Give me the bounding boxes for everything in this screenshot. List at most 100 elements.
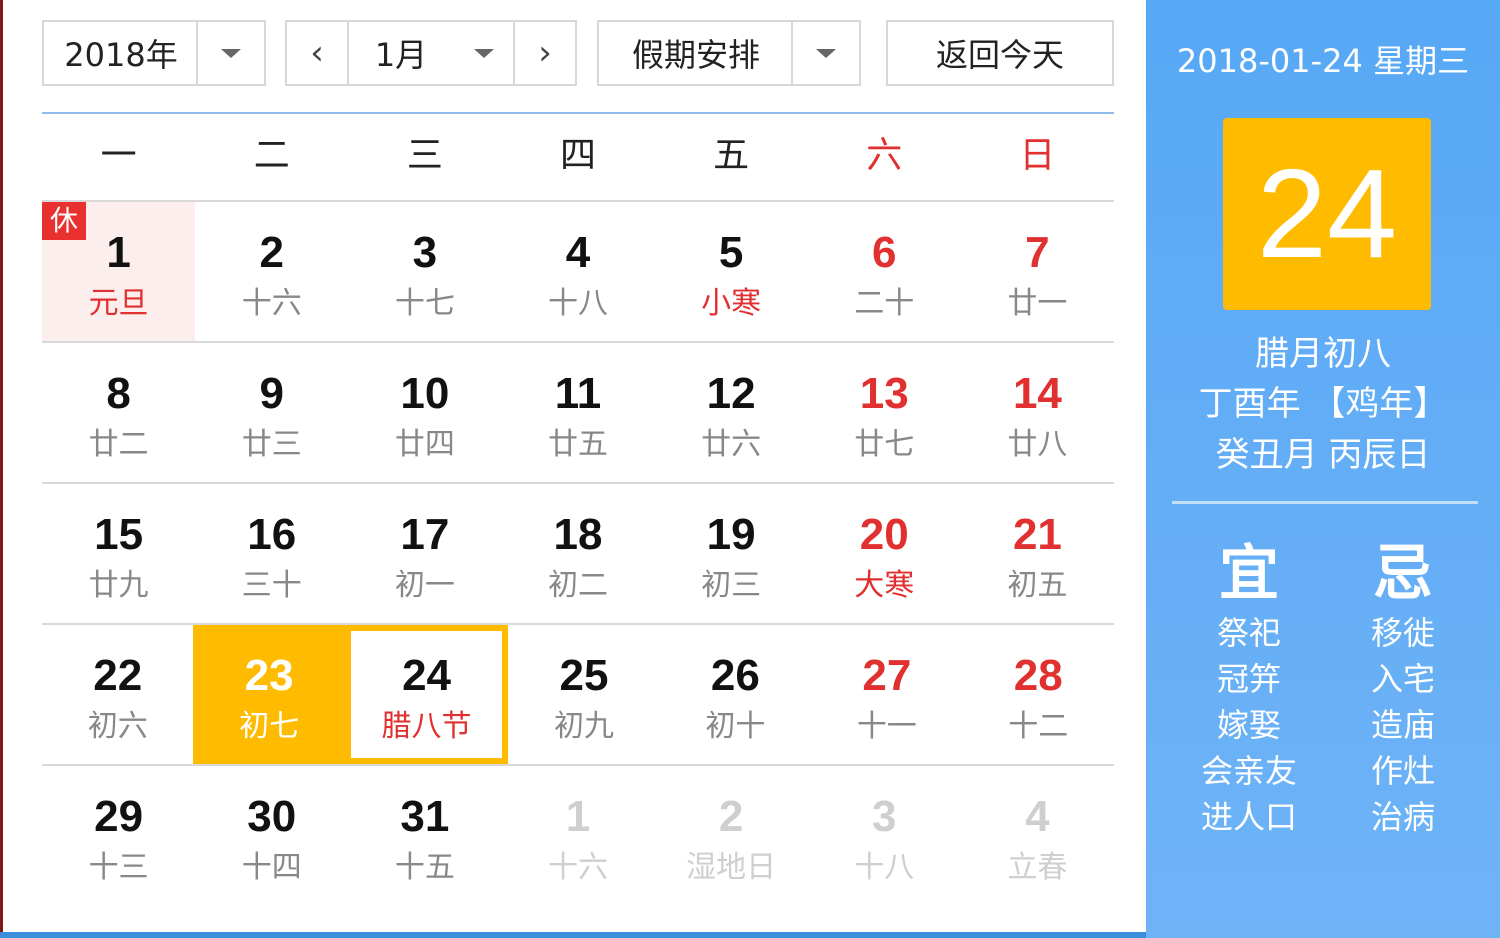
selected-date-line: 2018-01-24 星期三	[1176, 42, 1470, 80]
day-cell[interactable]: 12 廿六	[655, 343, 808, 482]
day-cell[interactable]: 9 廿三	[195, 343, 348, 482]
back-to-today-button[interactable]: 返回今天	[886, 20, 1114, 86]
day-cell[interactable]: 8 廿二	[42, 343, 195, 482]
lunar-label: 湿地日	[686, 850, 777, 885]
day-cell[interactable]: 17 初一	[348, 484, 501, 623]
lunar-label: 十七	[394, 286, 455, 321]
day-number: 3	[872, 792, 897, 841]
day-number: 16	[247, 510, 297, 559]
weekday-tue: 二	[253, 135, 290, 176]
year-dropdown-arrow[interactable]	[196, 22, 264, 84]
day-cell-hover[interactable]: 23 初七	[193, 625, 345, 764]
day-cell[interactable]: 1 十六	[501, 766, 654, 905]
day-number: 1	[565, 792, 591, 841]
day-cell[interactable]: 2 十六	[195, 202, 348, 341]
day-cell[interactable]: 13 廿七	[808, 343, 961, 482]
month-value[interactable]: 1月	[349, 30, 453, 76]
avoid-item: 作灶	[1370, 752, 1435, 790]
month-day-ganzhi: 癸丑月 丙辰日	[1215, 435, 1431, 475]
day-cell[interactable]: 7 廿一	[961, 202, 1114, 341]
year-ganzhi: 丁酉年 【鸡年】	[1198, 384, 1448, 424]
lunar-label: 初三	[701, 568, 762, 603]
day-cell[interactable]: 30 十四	[195, 766, 348, 905]
lunar-label: 初六	[87, 709, 148, 744]
lunar-label: 小寒	[701, 286, 762, 321]
day-cell[interactable]: 3 十七	[348, 202, 501, 341]
weekday-sat: 六	[866, 135, 903, 176]
day-cell[interactable]: 16 三十	[195, 484, 348, 623]
calendar-week-row: 29 十三 30 十四 31 十五 1 十六 2 湿地日 3 十八 4 立春	[42, 764, 1114, 905]
lunar-label: 腊八节	[381, 709, 472, 744]
calendar-week-row: 8 廿二 9 廿三 10 廿四 11 廿五 12 廿六 13 廿七 14 廿八	[42, 341, 1114, 482]
weekday-header: 一 二 三 四 五 六 日	[42, 126, 1114, 186]
day-cell[interactable]: 31 十五	[348, 766, 501, 905]
holiday-select[interactable]: 假期安排	[597, 20, 861, 86]
lunar-label: 初七	[239, 709, 300, 744]
holiday-dropdown-arrow[interactable]	[791, 22, 859, 84]
day-cell[interactable]: 21 初五	[961, 484, 1114, 623]
day-cell[interactable]: 22 初六	[42, 625, 193, 764]
lunar-label: 初十	[705, 709, 766, 744]
day-number: 4	[565, 228, 591, 277]
lunar-label: 十一	[856, 709, 917, 744]
day-cell[interactable]: 2 湿地日	[655, 766, 808, 905]
day-cell[interactable]: 15 廿九	[42, 484, 195, 623]
weekday-wed: 三	[406, 135, 443, 176]
day-cell[interactable]: 11 廿五	[501, 343, 654, 482]
day-cell-selected[interactable]: 24 腊八节	[344, 625, 509, 764]
day-number: 5	[718, 228, 744, 277]
day-cell[interactable]: 25 初九	[508, 625, 659, 764]
day-number: 15	[94, 510, 144, 559]
day-cell[interactable]: 14 廿八	[961, 343, 1114, 482]
day-cell[interactable]: 27 十一	[811, 625, 962, 764]
day-number: 27	[862, 651, 912, 700]
month-control: ‹ 1月 ›	[285, 20, 577, 86]
prev-month-button[interactable]: ‹	[287, 22, 349, 84]
lunar-label: 廿二	[88, 427, 149, 462]
month-dropdown-arrow[interactable]	[453, 22, 515, 84]
holiday-value: 假期安排	[631, 36, 760, 74]
day-number: 19	[706, 510, 756, 559]
day-cell[interactable]: 10 廿四	[348, 343, 501, 482]
day-number: 21	[1012, 510, 1062, 559]
window-left-border	[0, 0, 3, 938]
lunar-label: 十六	[241, 286, 302, 321]
lunar-label: 初一	[394, 568, 455, 603]
day-number: 4	[1025, 792, 1050, 841]
day-cell[interactable]: 19 初三	[655, 484, 808, 623]
day-cell[interactable]: 26 初十	[660, 625, 811, 764]
panel-divider	[1172, 501, 1478, 504]
day-cell[interactable]: 20 大寒	[808, 484, 961, 623]
day-cell[interactable]: 6 二十	[808, 202, 961, 341]
suitable-item: 进人口	[1200, 798, 1297, 836]
weekday-sun: 日	[1019, 135, 1056, 176]
year-select[interactable]: 2018年	[42, 20, 266, 86]
next-month-button[interactable]: ›	[513, 22, 575, 84]
suitable-item: 冠笄	[1216, 660, 1281, 698]
day-cell[interactable]: 5 小寒	[655, 202, 808, 341]
weekday-mon: 一	[100, 135, 137, 176]
day-cell[interactable]: 28 十二	[963, 625, 1114, 764]
lunar-label: 立春	[1007, 850, 1068, 885]
suitable-title: 宜	[1219, 539, 1279, 609]
lunar-date: 腊月初八	[1255, 334, 1391, 374]
suitable-item: 祭祀	[1216, 614, 1281, 652]
day-number: 6	[872, 228, 897, 277]
day-number: 1	[106, 228, 131, 277]
chevron-down-icon	[221, 48, 241, 58]
day-cell[interactable]: 4 立春	[961, 766, 1114, 905]
avoid-title: 忌	[1373, 539, 1433, 609]
lunar-label: 廿三	[241, 427, 302, 462]
day-number: 31	[400, 792, 450, 841]
lunar-label: 廿七	[854, 427, 915, 462]
lunar-label: 十六	[547, 850, 608, 885]
day-cell[interactable]: 3 十八	[808, 766, 961, 905]
day-cell[interactable]: 18 初二	[501, 484, 654, 623]
day-cell[interactable]: 4 十八	[501, 202, 654, 341]
window-bottom-border	[0, 932, 1146, 938]
avoid-item: 造庙	[1370, 706, 1435, 744]
day-number: 26	[710, 651, 760, 700]
day-cell[interactable]: 29 十三	[42, 766, 195, 905]
day-cell[interactable]: 休 1 元旦	[42, 202, 196, 341]
lunar-label: 十三	[88, 850, 149, 885]
